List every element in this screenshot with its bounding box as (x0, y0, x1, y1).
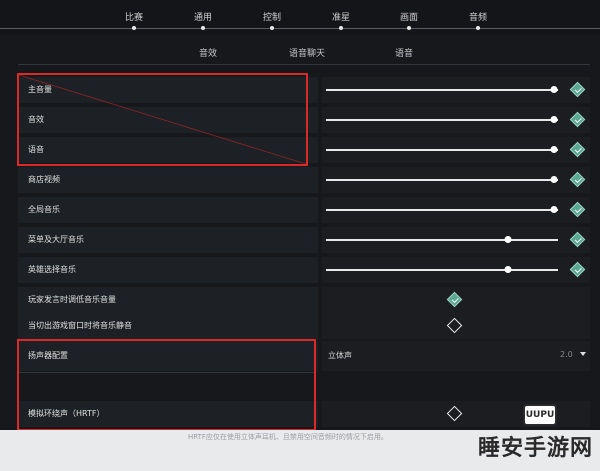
row-mute-unfocused: 当切出游戏窗口时将音乐静音 (18, 313, 590, 339)
store-video-knob[interactable] (550, 176, 558, 183)
mute-unfocused-label: 当切出游戏窗口时将音乐静音 (28, 321, 132, 330)
tab-general[interactable]: 通用 (194, 10, 212, 23)
tab-match-dot (132, 26, 136, 30)
global-music-knob[interactable] (550, 206, 558, 213)
sound-effects-knob[interactable] (550, 116, 558, 123)
tab-video[interactable]: 画面 (400, 10, 418, 23)
store-video-label: 商店视频 (28, 175, 60, 184)
hero-select-music-label: 英雄选择音乐 (28, 265, 76, 274)
tab-controls-dot (270, 26, 274, 30)
hero-select-music-slider[interactable] (326, 269, 558, 271)
tab-controls[interactable]: 控制 (263, 10, 281, 23)
global-music-label: 全局音乐 (28, 205, 60, 214)
tab-video-dot (407, 26, 411, 30)
subtab-divider (18, 64, 590, 65)
watermark-text: 睡安手游网 (478, 436, 594, 461)
tab-audio[interactable]: 音频 (469, 10, 487, 23)
hero-select-music-knob[interactable] (504, 266, 512, 273)
voice-slider[interactable] (326, 149, 558, 151)
footer-note: HRTF应仅在使用立体声耳机、且禁用空间音频时的情况下启用。 (188, 433, 388, 441)
row-global-music: 全局音乐 (18, 197, 590, 223)
row-hero-select-music: 英雄选择音乐 (18, 257, 590, 283)
highlight-box-diagonal (19, 75, 306, 164)
subtab-sound-effects[interactable]: 音效 (199, 46, 217, 59)
watermark-logo: UUPU (523, 404, 557, 426)
tab-match[interactable]: 比赛 (125, 10, 143, 23)
sound-effects-slider[interactable] (326, 119, 558, 121)
chevron-down-icon[interactable] (580, 352, 586, 356)
speaker-config-value[interactable]: 立体声 (328, 350, 352, 361)
highlight-box-speaker (17, 339, 316, 431)
tab-general-dot (201, 26, 205, 30)
speaker-config-secondary: 2.0 (560, 350, 573, 359)
menu-lobby-music-slider[interactable] (326, 239, 558, 241)
voice-knob[interactable] (550, 146, 558, 153)
subtab-voice-chat[interactable]: 语音聊天 (289, 46, 325, 59)
master-volume-knob[interactable] (550, 86, 558, 93)
subtab-voice[interactable]: 语音 (395, 46, 413, 59)
top-nav-line (0, 28, 600, 29)
top-nav: 比赛 通用 控制 准星 画面 音频 (0, 0, 600, 34)
tab-crosshair-dot (339, 26, 343, 30)
row-store-video: 商店视频 (18, 167, 590, 193)
master-volume-slider[interactable] (326, 89, 558, 91)
menu-lobby-music-label: 菜单及大厅音乐 (28, 235, 84, 244)
row-duck-music: 玩家发言时调低音乐音量 (18, 287, 590, 313)
tab-audio-dot (476, 26, 480, 30)
global-music-slider[interactable] (326, 209, 558, 211)
tab-crosshair[interactable]: 准星 (332, 10, 350, 23)
menu-lobby-music-knob[interactable] (504, 236, 512, 243)
duck-music-label: 玩家发言时调低音乐音量 (28, 295, 116, 304)
row-menu-lobby-music: 菜单及大厅音乐 (18, 227, 590, 253)
store-video-slider[interactable] (326, 179, 558, 181)
